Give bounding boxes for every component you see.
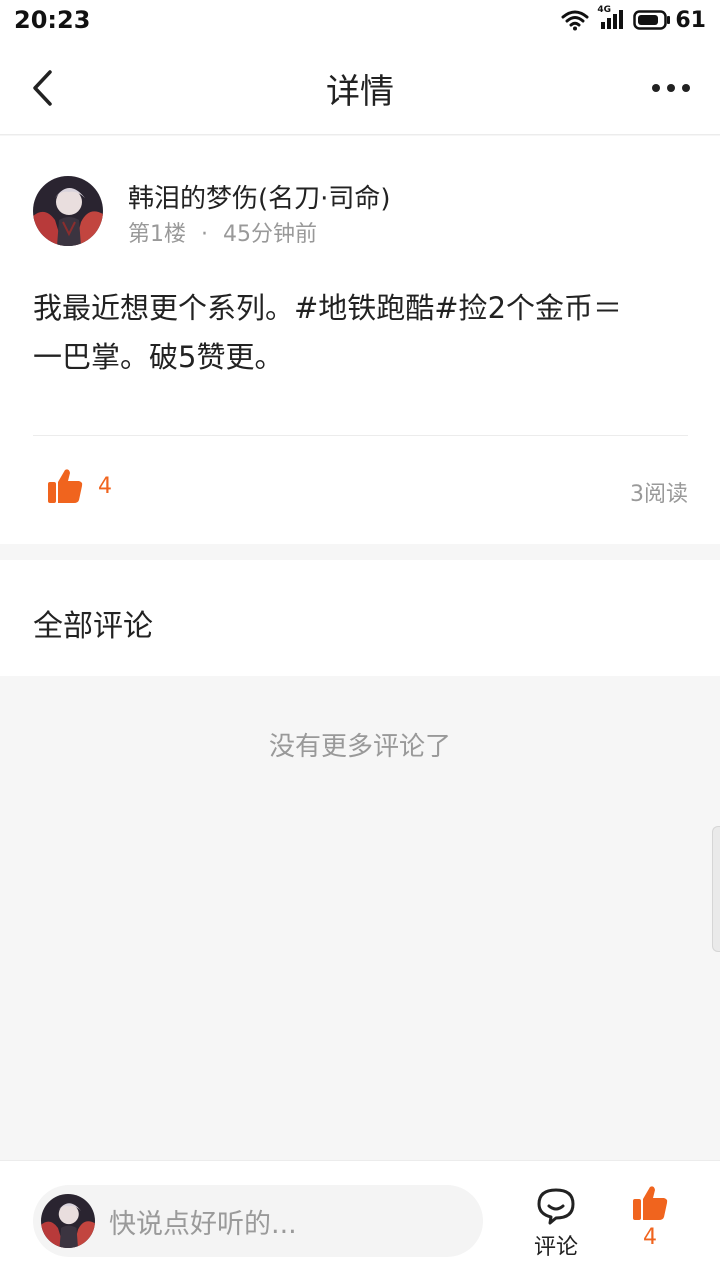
battery-icon — [633, 10, 671, 30]
like-count: 4 — [98, 473, 112, 499]
thumbs-up-icon — [633, 1186, 668, 1220]
author-avatar[interactable] — [33, 176, 103, 246]
user-avatar — [41, 1194, 95, 1248]
comment-button[interactable]: 评论 — [526, 1187, 586, 1261]
more-options-button[interactable] — [646, 70, 696, 106]
cellular-signal-icon: 4G — [597, 5, 625, 31]
bottom-bar: 快说点好听的... 评论 4 — [0, 1160, 720, 1280]
comments-section-header: 全部评论 — [0, 560, 720, 676]
post-content: 我最近想更个系列。#地铁跑酷#捡2个金币＝ 一巴掌。破5赞更。 — [33, 284, 693, 382]
status-time: 20:23 — [14, 6, 91, 34]
comment-bubble-icon — [537, 1188, 575, 1225]
floor-label: 第1楼 — [128, 222, 186, 247]
comment-button-label: 评论 — [533, 1235, 578, 1260]
comments-title: 全部评论 — [33, 609, 153, 644]
meta-separator: · — [201, 222, 208, 247]
wifi-icon — [561, 9, 589, 31]
comment-input[interactable]: 快说点好听的... — [33, 1185, 483, 1257]
no-more-comments-text: 没有更多评论了 — [268, 732, 451, 762]
divider — [33, 435, 688, 436]
author-name[interactable]: 韩泪的梦伤(名刀·司命) — [128, 178, 391, 215]
app-bar: 详情 — [0, 40, 720, 135]
comment-input-placeholder: 快说点好听的... — [109, 1208, 297, 1240]
more-dots-icon — [652, 84, 660, 92]
post-content-line: 一巴掌。破5赞更。 — [33, 340, 284, 374]
page-title: 详情 — [326, 72, 394, 112]
status-icons: 4G 61 — [561, 5, 706, 33]
side-drawer-handle[interactable] — [712, 826, 720, 952]
post-content-line: 我最近想更个系列。#地铁跑酷#捡2个金币＝ — [33, 291, 623, 325]
like-button[interactable]: 4 — [46, 468, 112, 504]
post-meta: 第1楼 · 45分钟前 — [128, 216, 317, 248]
read-count: 3阅读 — [630, 482, 688, 507]
status-bar: 20:23 4G 61 — [0, 0, 720, 40]
thumbs-up-icon — [48, 469, 83, 503]
bottom-like-count: 4 — [643, 1225, 657, 1250]
battery-level: 61 — [675, 7, 706, 33]
post-time: 45分钟前 — [223, 222, 317, 247]
network-type-label: 4G — [597, 5, 612, 15]
bottom-like-button[interactable]: 4 — [626, 1185, 674, 1250]
post-card: 韩泪的梦伤(名刀·司命) 第1楼 · 45分钟前 我最近想更个系列。#地铁跑酷#… — [0, 136, 720, 544]
battery-indicator: 61 — [633, 8, 706, 33]
